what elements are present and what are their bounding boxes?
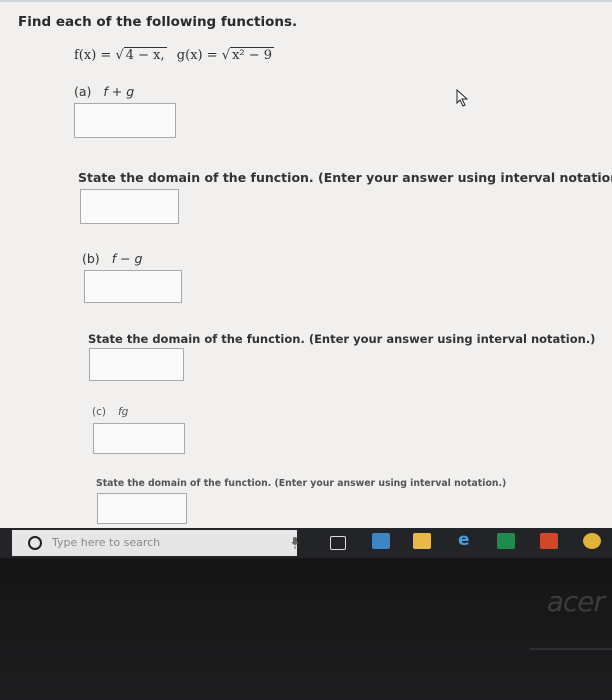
file-explorer-icon[interactable] [413,533,431,549]
part-label-letter: (b) [82,251,100,266]
taskbar: Type here to search e [0,528,612,558]
part-c-domain-prompt: State the domain of the function. (Enter… [96,478,507,489]
edge-icon[interactable]: e [458,530,476,550]
part-c-domain-input[interactable] [97,493,187,524]
function-definitions: f(x) = √ 4 − x, g(x) = √ x² − 9 [74,47,275,63]
g-radicand: x² − 9 [230,47,275,63]
laptop-bezel [0,558,612,700]
f-sqrt: √ 4 − x, [115,47,167,63]
taskbar-search-box[interactable]: Type here to search [12,530,299,556]
g-definition-lhs: g(x) = [176,48,222,63]
search-placeholder: Type here to search [52,536,161,549]
store-icon[interactable] [372,533,390,549]
part-expression: fg [117,406,129,418]
part-c-answer-input[interactable] [93,423,185,454]
part-label-letter: (c) [92,406,106,418]
part-a-domain-input[interactable] [80,189,179,224]
mouse-cursor-icon [456,89,469,107]
powerpoint-icon[interactable] [540,533,558,549]
g-sqrt: √ x² − 9 [221,47,275,63]
search-circle-icon[interactable] [28,536,42,550]
part-b-domain-input[interactable] [89,348,184,381]
part-b-answer-input[interactable] [84,270,182,303]
brand-logo: acer [546,585,605,618]
part-expression: f − g [111,251,143,266]
bezel-edge [530,648,612,650]
chrome-icon[interactable] [583,533,601,549]
task-view-icon[interactable] [330,536,346,550]
part-a-label: (a) f + g [74,84,134,99]
excel-icon[interactable] [497,533,515,549]
part-a-answer-input[interactable] [74,103,176,138]
part-b-domain-prompt: State the domain of the function. (Enter… [88,332,596,346]
page-title: Find each of the following functions. [18,14,298,30]
microphone-icon[interactable] [291,537,299,549]
part-c-label: (c) fg [92,406,128,418]
browser-page: Find each of the following functions. f(… [0,0,612,530]
part-label-letter: (a) [74,84,92,99]
f-definition-lhs: f(x) = [74,48,116,63]
part-a-domain-prompt: State the domain of the function. (Enter… [78,170,612,185]
part-expression: f + g [103,84,135,99]
part-b-label: (b) f − g [82,251,142,266]
f-radicand: 4 − x, [123,47,167,63]
